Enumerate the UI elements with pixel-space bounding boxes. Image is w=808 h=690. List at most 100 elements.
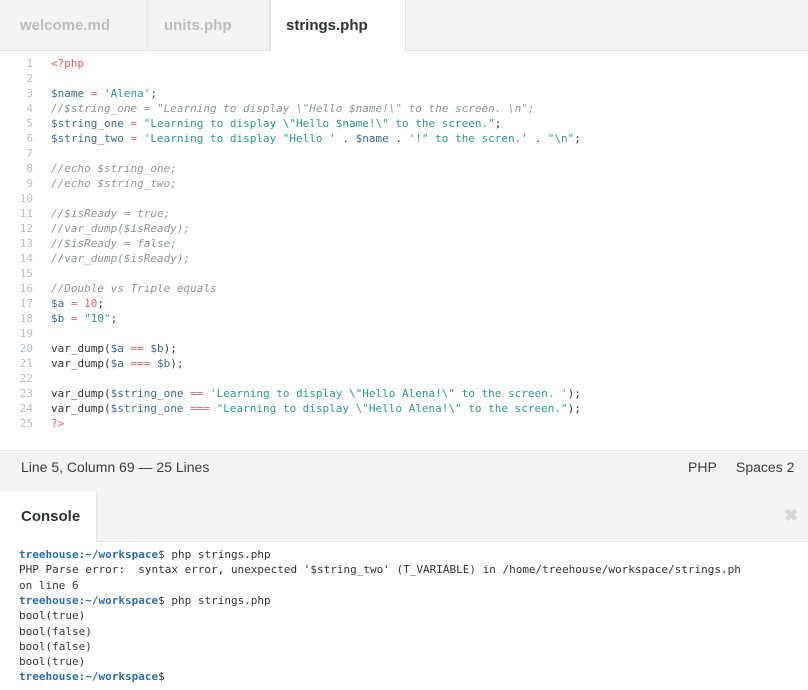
code-token: . bbox=[388, 132, 409, 145]
code-line[interactable]: 15 bbox=[0, 266, 808, 281]
code-text: ?> bbox=[51, 416, 64, 431]
code-line[interactable]: 7 bbox=[0, 146, 808, 161]
line-number: 8 bbox=[26, 162, 33, 175]
code-text: var_dump($a === $b); bbox=[51, 356, 183, 371]
prompt-path: :~/workspace bbox=[78, 670, 159, 684]
code-token: <?php bbox=[51, 57, 85, 70]
line-number: 9 bbox=[26, 177, 33, 190]
code-token: var_dump( bbox=[51, 342, 111, 355]
code-line[interactable]: 8 //echo $string_one; bbox=[0, 161, 808, 176]
tab-welcome-md[interactable]: welcome.md bbox=[0, 0, 148, 51]
console-line: PHP Parse error: syntax error, unexpecte… bbox=[19, 563, 741, 577]
code-line[interactable]: 5 $string_one = "Learning to display \"He… bbox=[0, 116, 808, 131]
line-number: 20 bbox=[19, 342, 33, 355]
prompt-user: treehouse bbox=[19, 548, 79, 561]
code-token: === bbox=[123, 357, 157, 370]
line-number: 12 bbox=[19, 222, 33, 235]
code-token: = bbox=[123, 117, 144, 130]
code-token: $a bbox=[110, 357, 124, 370]
code-line[interactable]: 23 var_dump($string_one == 'Learning to d… bbox=[0, 386, 808, 401]
code-token: = bbox=[64, 312, 85, 325]
line-number: 2 bbox=[26, 72, 33, 85]
code-line[interactable]: 13 //$isReady = false; bbox=[0, 236, 808, 251]
code-token: $b bbox=[51, 312, 65, 325]
code-line[interactable]: 3 $name = 'Alena'; bbox=[0, 86, 808, 101]
code-token: ; bbox=[494, 117, 502, 130]
line-number: 11 bbox=[19, 207, 33, 220]
code-token: === bbox=[183, 402, 217, 415]
code-token: $string_one bbox=[51, 117, 124, 130]
code-line[interactable]: 9 //echo $string_two; bbox=[0, 176, 808, 191]
code-token: ; bbox=[110, 312, 118, 325]
code-token: //echo $string_one; bbox=[51, 162, 177, 175]
prompt-command: $ php strings.php bbox=[158, 593, 271, 607]
code-line[interactable]: 18 $b = "10"; bbox=[0, 311, 808, 326]
code-token: //$isReady = false; bbox=[51, 237, 177, 250]
code-token: ; bbox=[97, 297, 104, 310]
line-number: 21 bbox=[19, 357, 33, 370]
code-line[interactable]: 6 $string_two = 'Learning to display "Hel… bbox=[0, 131, 808, 146]
code-line[interactable]: 17 $a = 10; bbox=[0, 296, 808, 311]
code-editor[interactable]: 1 <?php 2 3 $name = 'Alena'; 4 //$string_one =… bbox=[0, 52, 808, 450]
code-token: $string_two bbox=[51, 132, 124, 145]
code-token: ); bbox=[170, 357, 184, 370]
code-text: //var_dump($isReady); bbox=[51, 251, 190, 266]
code-line[interactable]: 10 bbox=[0, 191, 808, 206]
prompt-user: treehouse bbox=[19, 670, 79, 684]
console-line: bool(true) bbox=[19, 609, 86, 623]
code-token: ?> bbox=[51, 417, 65, 430]
code-text: //$isReady = false; bbox=[51, 236, 177, 251]
language-mode[interactable]: PHP bbox=[688, 459, 717, 475]
code-token: = bbox=[64, 297, 85, 310]
line-number: 10 bbox=[19, 192, 33, 205]
close-icon[interactable]: ✖ bbox=[784, 506, 798, 526]
code-token: = bbox=[84, 87, 104, 100]
line-number: 22 bbox=[19, 372, 33, 385]
tab-bar: welcome.md units.php strings.php bbox=[0, 0, 808, 52]
code-token: '!" to the scren.' bbox=[408, 132, 528, 145]
code-token: . bbox=[335, 132, 356, 145]
code-line[interactable]: 1 <?php bbox=[0, 56, 808, 71]
line-number: 4 bbox=[26, 102, 33, 115]
code-line[interactable]: 12 //var_dump($isReady); bbox=[0, 221, 808, 236]
code-text: var_dump($string_one === "Learning to di… bbox=[51, 401, 581, 416]
code-text: $b = "10"; bbox=[51, 311, 117, 326]
tab-strings-php[interactable]: strings.php bbox=[270, 0, 406, 52]
code-line[interactable]: 4 //$string_one = "Learning to display \"… bbox=[0, 101, 808, 116]
code-line[interactable]: 14 //var_dump($isReady); bbox=[0, 251, 808, 266]
code-text: //Double vs Triple equals bbox=[51, 281, 217, 296]
line-number: 17 bbox=[19, 297, 33, 310]
tab-units-php[interactable]: units.php bbox=[148, 0, 270, 51]
console-line: bool(false) bbox=[19, 624, 92, 638]
code-line[interactable]: 22 bbox=[0, 371, 808, 386]
code-line[interactable]: 11 //$isReady = true; bbox=[0, 206, 808, 221]
code-token: //Double vs Triple equals bbox=[51, 282, 217, 295]
console-output[interactable]: treehouse:~/workspace$ php strings.php PH… bbox=[0, 542, 808, 690]
code-line[interactable]: 20 var_dump($a == $b); bbox=[0, 341, 808, 356]
code-text: var_dump($string_one == 'Learning to dis… bbox=[51, 386, 581, 401]
code-token: $b bbox=[150, 342, 164, 355]
code-token: == bbox=[183, 387, 210, 400]
code-line[interactable]: 16 //Double vs Triple equals bbox=[0, 281, 808, 296]
code-line[interactable]: 19 bbox=[0, 326, 808, 341]
code-token: ); bbox=[567, 387, 581, 400]
prompt-path: :~/workspace bbox=[78, 548, 159, 561]
code-token: $b bbox=[156, 357, 171, 370]
code-token: var_dump( bbox=[51, 402, 111, 415]
code-token: 'Alena' bbox=[104, 87, 151, 100]
code-text: <?php bbox=[51, 56, 84, 71]
code-token: //$isReady = true; bbox=[51, 207, 171, 220]
code-line[interactable]: 24 var_dump($string_one === "Learning to … bbox=[0, 401, 808, 416]
code-line[interactable]: 25 ?> bbox=[0, 416, 808, 431]
code-token: 10 bbox=[84, 297, 98, 310]
code-text: //var_dump($isReady); bbox=[51, 221, 190, 236]
code-token: //$string_one = "Learning to display \"H… bbox=[51, 102, 535, 115]
code-line[interactable]: 21 var_dump($a === $b); bbox=[0, 356, 808, 371]
code-line[interactable]: 2 bbox=[0, 71, 808, 86]
code-text: $string_two = 'Learning to display "Hell… bbox=[51, 131, 581, 146]
code-text: //echo $string_one; bbox=[51, 161, 177, 176]
line-number: 5 bbox=[26, 117, 33, 130]
tab-console[interactable]: Console bbox=[0, 492, 97, 542]
indentation-setting[interactable]: Spaces 2 bbox=[736, 459, 794, 475]
code-text: $name = 'Alena'; bbox=[51, 86, 157, 101]
